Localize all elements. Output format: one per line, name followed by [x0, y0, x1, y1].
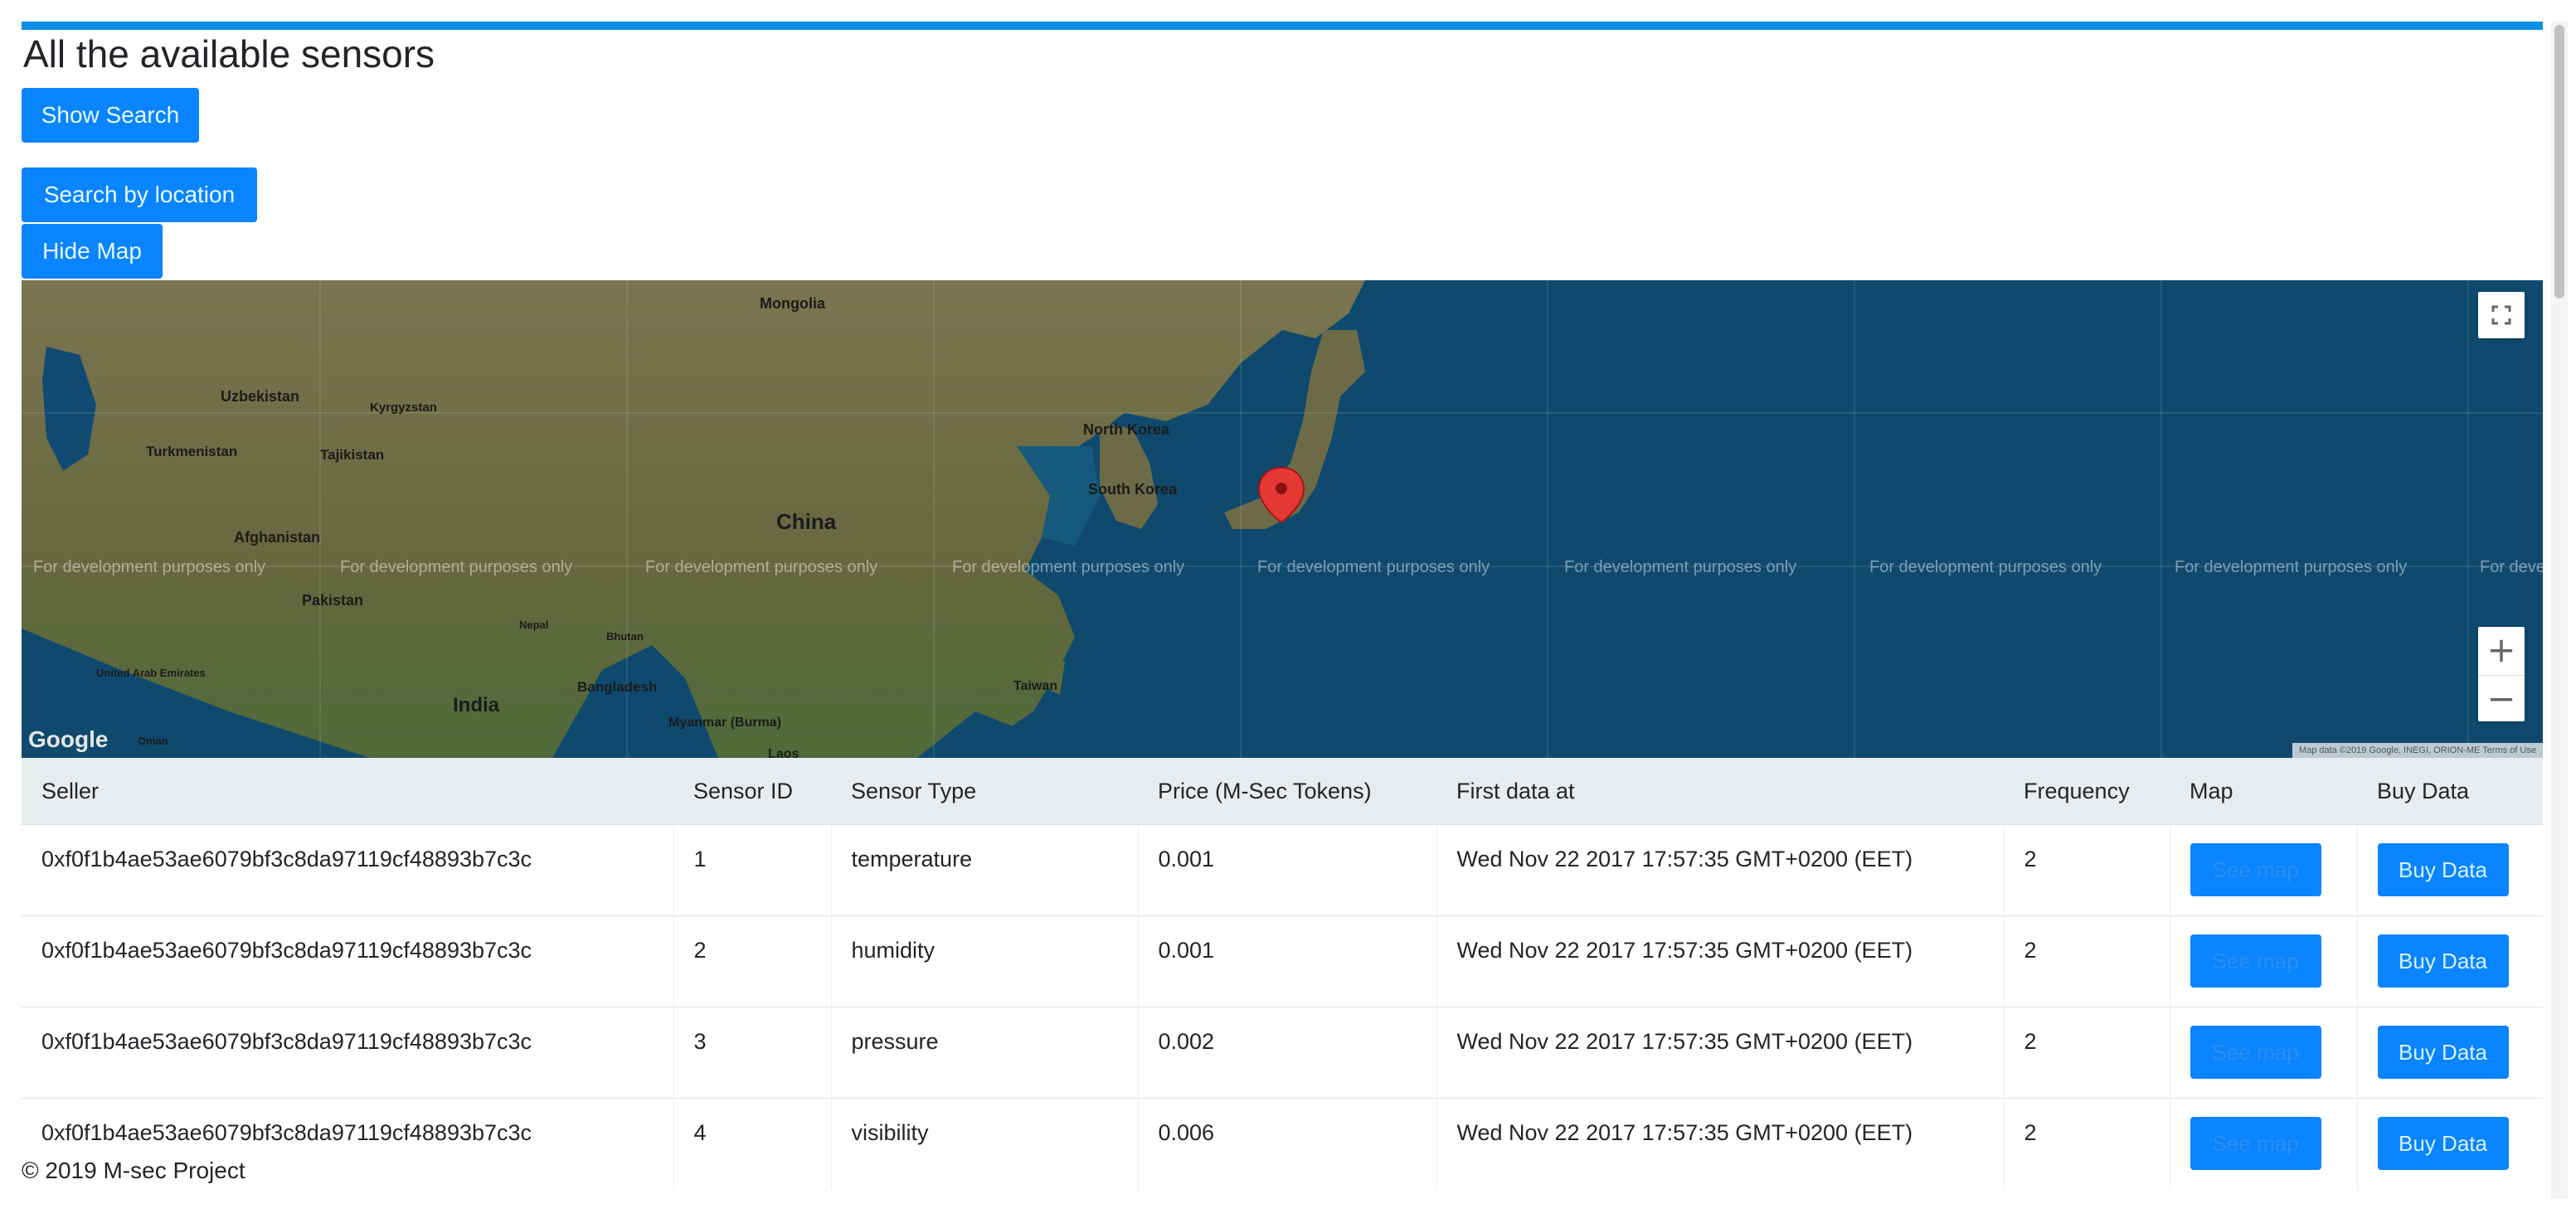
sensor-type-cell: pressure [830, 1007, 1138, 1099]
show-search-button[interactable]: Show Search [22, 88, 199, 143]
table-row: 0xf0f1b4ae53ae6079bf3c8da97119cf48893b7c… [22, 824, 2543, 916]
column-header-first-data-at[interactable]: First data at [1436, 758, 2004, 825]
seller-cell: 0xf0f1b4ae53ae6079bf3c8da97119cf48893b7c… [22, 1007, 673, 1099]
footer-copyright: © 2019 M-sec Project [22, 1158, 252, 1184]
price-cell: 0.001 [1137, 824, 1436, 916]
sensor-type-cell: temperature [830, 824, 1138, 916]
map-label: China [776, 509, 837, 534]
seller-cell: 0xf0f1b4ae53ae6079bf3c8da97119cf48893b7c… [22, 915, 673, 1007]
map-attribution[interactable]: Map data ©2019 Google, INEGI, ORION-ME T… [2292, 743, 2543, 758]
map-watermark: For development purposes only [2480, 558, 2543, 576]
map-watermark: For development purposes only [2175, 558, 2407, 576]
first-data-cell: Wed Nov 22 2017 17:57:35 GMT+0200 (EET) [1436, 915, 2004, 1007]
first-data-cell: Wed Nov 22 2017 17:57:35 GMT+0200 (EET) [1436, 1098, 2004, 1189]
map-label: Myanmar (Burma) [668, 716, 781, 730]
page-title: All the available sensors [23, 32, 435, 75]
map-watermark: For development purposes only [33, 558, 265, 576]
buy-data-button[interactable]: Buy Data [2377, 1026, 2509, 1079]
map-label: Afghanistan [234, 529, 320, 546]
first-data-cell: Wed Nov 22 2017 17:57:35 GMT+0200 (EET) [1436, 824, 2004, 916]
map-label: Bangladesh [577, 679, 657, 695]
sensor-id-cell: 1 [673, 824, 831, 916]
map-label: United Arab Emirates [96, 667, 206, 679]
buy-cell: Buy Data [2356, 1098, 2543, 1189]
see-map-button[interactable]: See map [2190, 1026, 2321, 1079]
column-header-map[interactable]: Map [2170, 758, 2357, 825]
first-data-cell: Wed Nov 22 2017 17:57:35 GMT+0200 (EET) [1436, 1007, 2004, 1099]
map-label: South Korea [1088, 481, 1178, 498]
table-row: 0xf0f1b4ae53ae6079bf3c8da97119cf48893b7c… [22, 915, 2543, 1007]
map-cell: See map [2169, 915, 2357, 1007]
map-watermark: For development purposes only [340, 558, 572, 576]
frequency-cell: 2 [2003, 1007, 2170, 1099]
map-cell: See map [2169, 1007, 2357, 1099]
map-watermark: For development purposes only [645, 558, 877, 576]
see-map-button[interactable]: See map [2190, 934, 2321, 988]
zoom-in-button[interactable]: + [2478, 627, 2525, 673]
map-label: India [453, 694, 500, 716]
map-label: Taiwan [1013, 679, 1057, 693]
search-by-location-button[interactable]: Search by location [22, 167, 257, 222]
sensor-id-cell: 3 [673, 1007, 831, 1099]
fullscreen-icon[interactable] [2478, 292, 2525, 338]
map-watermark: For development purposes only [1869, 558, 2102, 576]
page-scrollbar[interactable] [2551, 22, 2568, 1199]
price-cell: 0.002 [1137, 1007, 1436, 1099]
column-header-seller[interactable]: Seller [22, 758, 673, 825]
map-label: Kyrgyzstan [370, 400, 437, 415]
map-label: Uzbekistan [221, 388, 299, 405]
sensor-type-cell: visibility [830, 1098, 1138, 1189]
column-header-frequency[interactable]: Frequency [2004, 758, 2170, 825]
top-accent-bar [22, 22, 2543, 30]
scrollbar-thumb[interactable] [2554, 25, 2564, 299]
map-label: Tajikistan [320, 447, 384, 463]
column-header-buy-data[interactable]: Buy Data [2357, 758, 2543, 825]
sensor-id-cell: 4 [673, 1098, 831, 1189]
table-row: 0xf0f1b4ae53ae6079bf3c8da97119cf48893b7c… [22, 1098, 2543, 1189]
see-map-button[interactable]: See map [2190, 1117, 2321, 1170]
buy-cell: Buy Data [2356, 1007, 2543, 1099]
column-header-price[interactable]: Price (M-Sec Tokens) [1138, 758, 1436, 825]
google-logo: Google [28, 726, 109, 752]
sensor-id-cell: 2 [673, 915, 831, 1007]
frequency-cell: 2 [2003, 824, 2170, 916]
map-canvas: Mongolia Uzbekistan Kyrgyzstan Turkmenis… [22, 280, 2543, 758]
table-row: 0xf0f1b4ae53ae6079bf3c8da97119cf48893b7c… [22, 1007, 2543, 1099]
price-cell: 0.001 [1137, 915, 1436, 1007]
table-header-row: Seller Sensor ID Sensor Type Price (M-Se… [22, 758, 2543, 825]
buy-data-button[interactable]: Buy Data [2377, 1117, 2509, 1170]
buy-data-button[interactable]: Buy Data [2377, 843, 2509, 896]
map-label: Pakistan [302, 592, 363, 609]
sensor-map[interactable]: Mongolia Uzbekistan Kyrgyzstan Turkmenis… [22, 280, 2543, 758]
map-label: Turkmenistan [146, 444, 237, 459]
map-label: Bhutan [606, 630, 644, 643]
frequency-cell: 2 [2003, 1098, 2170, 1189]
buy-cell: Buy Data [2356, 915, 2543, 1007]
seller-cell: 0xf0f1b4ae53ae6079bf3c8da97119cf48893b7c… [22, 824, 673, 916]
price-cell: 0.006 [1137, 1098, 1436, 1189]
map-label: Oman [138, 735, 168, 747]
hide-map-button[interactable]: Hide Map [22, 224, 163, 279]
map-watermark: For development purposes only [952, 558, 1184, 576]
sensors-table-container: Seller Sensor ID Sensor Type Price (M-Se… [22, 758, 2543, 1189]
map-cell: See map [2169, 1098, 2357, 1189]
map-label: North Korea [1083, 421, 1170, 438]
map-cell: See map [2169, 824, 2357, 916]
map-watermark: For development purposes only [1257, 558, 1490, 576]
zoom-out-button[interactable]: − [2478, 675, 2525, 722]
map-label: Mongolia [760, 295, 826, 312]
column-header-sensor-id[interactable]: Sensor ID [673, 758, 831, 825]
buy-cell: Buy Data [2356, 824, 2543, 916]
frequency-cell: 2 [2003, 915, 2170, 1007]
column-header-sensor-type[interactable]: Sensor Type [831, 758, 1138, 825]
buy-data-button[interactable]: Buy Data [2377, 934, 2509, 988]
sensor-type-cell: humidity [830, 915, 1138, 1007]
sensors-table: Seller Sensor ID Sensor Type Price (M-Se… [22, 758, 2543, 1189]
zoom-control: + − [2478, 627, 2525, 721]
map-label: Laos [768, 747, 799, 758]
map-watermark: For development purposes only [1564, 558, 1796, 576]
see-map-button[interactable]: See map [2190, 843, 2321, 896]
map-label: Nepal [519, 619, 548, 631]
